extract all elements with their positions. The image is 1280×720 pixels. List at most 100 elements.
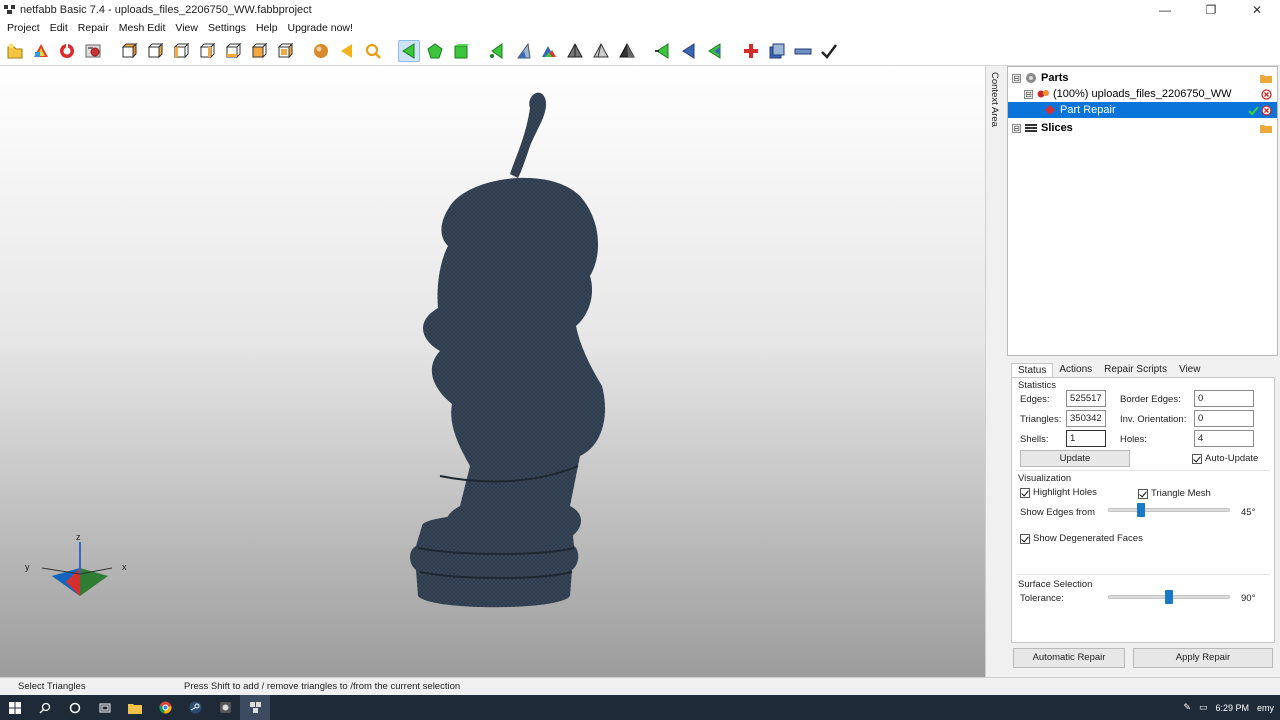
expand-toggle[interactable]: ⊟ bbox=[1012, 123, 1021, 133]
right-panel: ⊟ Parts ⊟ (100%) uploads_files_2206750_W… bbox=[1007, 66, 1280, 677]
automatic-repair-button[interactable]: Automatic Repair bbox=[1013, 648, 1125, 668]
settings-icon[interactable] bbox=[82, 40, 104, 62]
minimize-button[interactable]: — bbox=[1142, 0, 1188, 20]
show-edges-label: Show Edges from bbox=[1020, 507, 1095, 518]
remove-part-icon[interactable] bbox=[1260, 88, 1272, 100]
update-button[interactable]: Update bbox=[1020, 450, 1130, 467]
slider-thumb[interactable] bbox=[1137, 503, 1145, 517]
confirm-check-icon[interactable] bbox=[1247, 104, 1259, 116]
pyramid-dark-icon[interactable] bbox=[616, 40, 638, 62]
context-area-tab[interactable]: Context Area bbox=[985, 66, 1007, 677]
degenerated-faces-label: Show Degenerated Faces bbox=[1033, 533, 1143, 544]
apply-repair-button[interactable]: Apply Repair bbox=[1133, 648, 1273, 668]
project-tree: ⊟ Parts ⊟ (100%) uploads_files_2206750_W… bbox=[1007, 66, 1278, 356]
arrow-teal-icon[interactable] bbox=[704, 40, 726, 62]
pen-icon[interactable]: ✎ bbox=[1183, 702, 1191, 713]
auto-update-checkbox[interactable]: Auto-Update bbox=[1192, 453, 1258, 464]
part-repair-label: Part Repair bbox=[1060, 104, 1116, 116]
view-front-icon[interactable] bbox=[118, 40, 140, 62]
chrome-icon[interactable] bbox=[150, 695, 180, 720]
view-bottom-icon[interactable] bbox=[248, 40, 270, 62]
triangle-mesh-checkbox[interactable]: Triangle Mesh bbox=[1138, 488, 1211, 499]
add-red-icon[interactable] bbox=[740, 40, 762, 62]
menu-project[interactable]: Project bbox=[2, 22, 45, 34]
view-right-icon[interactable] bbox=[196, 40, 218, 62]
add-part-icon[interactable] bbox=[30, 40, 52, 62]
bar-icon[interactable] bbox=[792, 40, 814, 62]
repair-icon[interactable] bbox=[56, 40, 78, 62]
windows-start-icon[interactable] bbox=[0, 695, 30, 720]
triangle-multi-icon[interactable] bbox=[538, 40, 560, 62]
system-tray: ✎ ▭ 6:29 PM emy bbox=[1175, 702, 1280, 713]
expand-toggle[interactable]: ⊟ bbox=[1012, 73, 1021, 83]
menu-repair[interactable]: Repair bbox=[73, 22, 114, 34]
view-top-icon[interactable] bbox=[222, 40, 244, 62]
triangle-blue-icon[interactable] bbox=[512, 40, 534, 62]
tolerance-value: 90° bbox=[1241, 593, 1256, 604]
statistics-heading: Statistics bbox=[1018, 380, 1057, 391]
user-label: emy bbox=[1256, 702, 1274, 713]
select-surface-icon[interactable] bbox=[424, 40, 446, 62]
axis-gizmo: z x y bbox=[25, 534, 127, 596]
highlight-holes-checkbox[interactable]: Highlight Holes bbox=[1020, 487, 1097, 498]
folder-icon[interactable] bbox=[1260, 122, 1272, 134]
edges-field: 525517 bbox=[1066, 390, 1106, 407]
search-icon[interactable] bbox=[30, 695, 60, 720]
view-sphere-icon[interactable] bbox=[310, 40, 332, 62]
tree-slices-row[interactable]: ⊟ Slices bbox=[1008, 120, 1277, 136]
menu-view[interactable]: View bbox=[170, 22, 203, 34]
tolerance-slider[interactable] bbox=[1108, 590, 1230, 604]
tab-view[interactable]: View bbox=[1173, 363, 1207, 378]
border-edges-field: 0 bbox=[1194, 390, 1254, 407]
menu-mesh-edit[interactable]: Mesh Edit bbox=[114, 22, 171, 34]
app-icon[interactable] bbox=[210, 695, 240, 720]
close-button[interactable]: ✕ bbox=[1234, 0, 1280, 20]
pyramid-outline-icon[interactable] bbox=[590, 40, 612, 62]
tab-actions[interactable]: Actions bbox=[1053, 363, 1098, 378]
pyramid-icon[interactable] bbox=[564, 40, 586, 62]
network-icon[interactable]: ▭ bbox=[1199, 702, 1208, 713]
menu-upgrade[interactable]: Upgrade now! bbox=[283, 22, 358, 34]
menu-settings[interactable]: Settings bbox=[203, 22, 251, 34]
holes-label: Holes: bbox=[1120, 434, 1147, 445]
expand-toggle[interactable]: ⊟ bbox=[1024, 89, 1033, 99]
tree-parts-row[interactable]: ⊟ Parts bbox=[1008, 70, 1277, 86]
arrow-left-icon[interactable] bbox=[336, 40, 358, 62]
new-project-icon[interactable] bbox=[4, 40, 26, 62]
transform-icon[interactable] bbox=[766, 40, 788, 62]
menu-help[interactable]: Help bbox=[251, 22, 283, 34]
triangles-label: Triangles: bbox=[1020, 414, 1062, 425]
tree-part-row[interactable]: ⊟ (100%) uploads_files_2206750_WW bbox=[1008, 86, 1277, 102]
arrow-blue-icon[interactable] bbox=[678, 40, 700, 62]
show-edges-slider[interactable] bbox=[1108, 503, 1230, 517]
slider-thumb[interactable] bbox=[1165, 590, 1173, 604]
view-left-icon[interactable] bbox=[170, 40, 192, 62]
menu-edit[interactable]: Edit bbox=[45, 22, 73, 34]
file-explorer-icon[interactable] bbox=[120, 695, 150, 720]
tree-part-repair-row[interactable]: Part Repair bbox=[1008, 102, 1277, 118]
apply-check-icon[interactable] bbox=[818, 40, 840, 62]
view-back-icon[interactable] bbox=[144, 40, 166, 62]
tab-status[interactable]: Status bbox=[1011, 363, 1054, 378]
status-panel: Statistics Edges: 525517 Border Edges: 0… bbox=[1011, 377, 1275, 643]
triangle-green-icon[interactable] bbox=[486, 40, 508, 62]
netfabb-taskbar-icon[interactable] bbox=[240, 695, 270, 720]
select-shell-icon[interactable] bbox=[450, 40, 472, 62]
arrow-green-icon[interactable] bbox=[652, 40, 674, 62]
degenerated-faces-checkbox[interactable]: Show Degenerated Faces bbox=[1020, 533, 1143, 544]
steam-icon[interactable] bbox=[180, 695, 210, 720]
folder-icon[interactable] bbox=[1260, 72, 1272, 84]
maximize-button[interactable]: ❐ bbox=[1188, 0, 1234, 20]
select-triangle-icon[interactable] bbox=[398, 39, 420, 62]
tab-repair-scripts[interactable]: Repair Scripts bbox=[1098, 363, 1173, 378]
view-iso-icon[interactable] bbox=[274, 40, 296, 62]
cancel-repair-icon[interactable] bbox=[1260, 104, 1272, 116]
cortana-icon[interactable] bbox=[60, 695, 90, 720]
shells-field: 1 bbox=[1066, 430, 1106, 447]
task-view-icon[interactable] bbox=[90, 695, 120, 720]
zoom-icon[interactable] bbox=[362, 40, 384, 62]
slices-icon bbox=[1025, 122, 1037, 134]
bust-mesh-model[interactable] bbox=[340, 86, 630, 616]
clock[interactable]: 6:29 PM bbox=[1215, 703, 1249, 713]
3d-viewport[interactable]: z x y bbox=[0, 66, 985, 677]
